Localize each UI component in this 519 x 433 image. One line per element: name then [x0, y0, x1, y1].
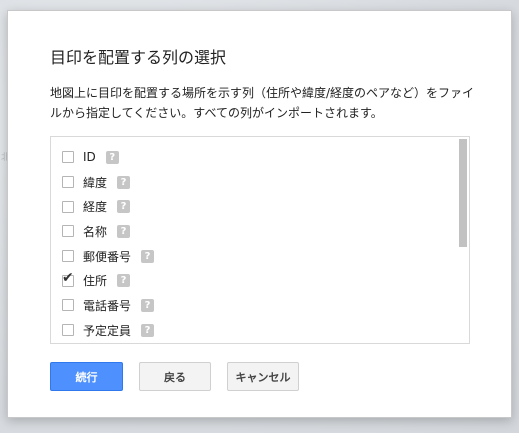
column-name: 予定定員 [83, 323, 132, 338]
help-icon[interactable]: ? [141, 323, 155, 337]
column-name: 名称 [83, 224, 108, 239]
column-list: ID? 緯度? 経度? 名称? 郵便番号? ✔ 住所? 電話番号? 予定定員? [51, 145, 155, 343]
column-checkbox[interactable] [62, 225, 74, 238]
checkmark-icon: ✔ [62, 269, 74, 286]
column-name: 郵便番号 [83, 249, 132, 264]
column-item: 郵便番号? [51, 244, 155, 269]
column-item: 緯度? [51, 170, 154, 195]
help-icon[interactable]: ? [141, 249, 155, 263]
help-icon[interactable]: ? [117, 224, 131, 238]
dialog-description: 地図上に目印を配置する場所を示す列（住所や緯度/経度のペアなど）をファイルから指… [50, 86, 475, 120]
continue-button[interactable]: 続行 [50, 362, 123, 391]
help-icon[interactable]: ? [105, 150, 119, 164]
column-name: ID [83, 150, 96, 165]
column-item: 名称? [51, 219, 154, 244]
column-checkbox[interactable] [62, 299, 74, 312]
column-name: 住所 [83, 274, 108, 289]
column-item: 経度? [51, 194, 154, 219]
help-icon[interactable]: ? [117, 274, 131, 288]
scrollbar-track[interactable] [457, 137, 469, 343]
column-item: ID? [51, 145, 154, 170]
column-checkbox[interactable] [62, 200, 74, 213]
select-columns-dialog: 目印を配置する列の選択 地図上に目印を配置する場所を示す列（住所や緯度/経度のペ… [7, 10, 512, 418]
column-checkbox[interactable] [62, 250, 74, 263]
column-checkbox[interactable]: ✔ [62, 271, 74, 287]
scrollbar-thumb[interactable] [459, 139, 467, 247]
help-icon[interactable]: ? [117, 200, 131, 214]
column-name: 経度 [83, 200, 108, 215]
dialog-title: 目印を配置する列の選択 [50, 48, 227, 67]
column-checkbox[interactable] [62, 324, 74, 337]
column-name: 電話番号 [83, 298, 132, 313]
column-name: 緯度 [83, 175, 108, 190]
column-item: 予定定員? [51, 318, 155, 343]
column-checkbox[interactable] [62, 176, 74, 189]
column-checkbox[interactable] [62, 151, 74, 164]
back-button[interactable]: 戻る [139, 362, 211, 391]
column-item: ✔ 住所? [51, 268, 154, 293]
help-icon[interactable]: ? [141, 298, 155, 312]
cancel-button[interactable]: キャンセル [227, 362, 299, 391]
column-item: 電話番号? [51, 293, 155, 318]
help-icon[interactable]: ? [117, 175, 131, 189]
column-list-box: ID? 緯度? 経度? 名称? 郵便番号? ✔ 住所? 電話番号? 予定定員? [50, 136, 470, 344]
